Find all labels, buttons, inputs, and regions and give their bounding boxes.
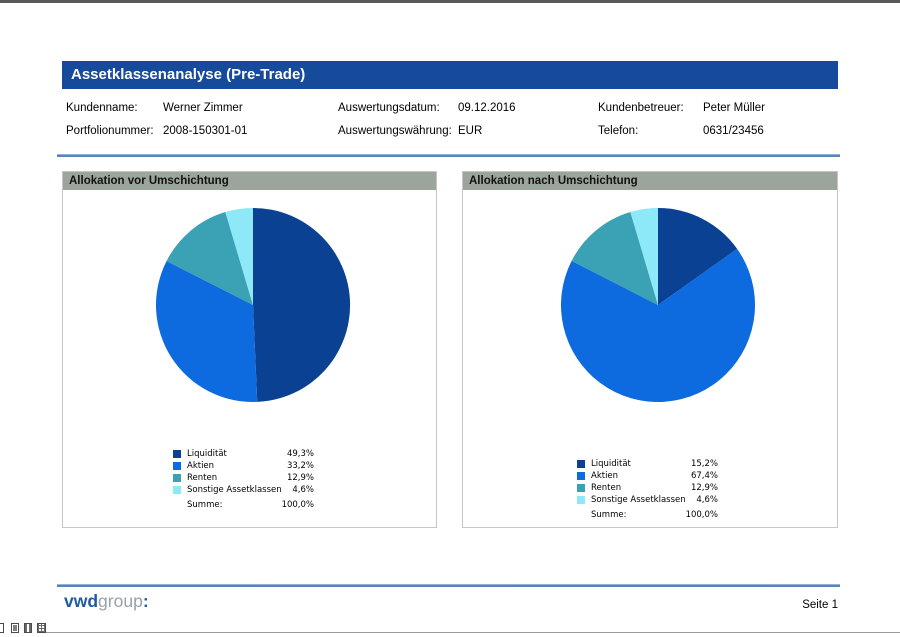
field-label-kundenbetreuer: Kundenbetreuer: xyxy=(598,97,703,120)
field-label-auswertungsdatum: Auswertungsdatum: xyxy=(338,97,458,120)
legend-label: Aktien xyxy=(591,471,691,481)
vwd-group-logo: vwdgroup: xyxy=(64,591,149,612)
field-value-portfolionummer: 2008-150301-01 xyxy=(163,120,338,143)
pie-chart-before xyxy=(153,205,353,405)
field-label-telefon: Telefon: xyxy=(598,120,703,143)
legend-total-value: 100,0% xyxy=(282,500,314,510)
legend-label: Aktien xyxy=(187,461,287,471)
field-value-auswertungsdatum: 09.12.2016 xyxy=(458,97,598,120)
legend-swatch-icon xyxy=(173,450,181,458)
legend-row-aktien: Aktien67,4% xyxy=(577,470,718,482)
single-page-icon[interactable] xyxy=(0,623,4,633)
legend-total-label: Summe: xyxy=(591,510,686,520)
legend-total-row: Summe:100,0% xyxy=(173,499,314,511)
field-value-telefon: 0631/23456 xyxy=(703,120,838,143)
legend-label: Sonstige Assetklassen xyxy=(187,485,292,495)
fit-page-icon[interactable] xyxy=(11,623,19,633)
field-value-auswertungswaehrung: EUR xyxy=(458,120,598,143)
legend-value: 15,2% xyxy=(691,459,718,469)
legend-label: Liquidität xyxy=(591,459,691,469)
field-value-kundenname: Werner Zimmer xyxy=(163,97,338,120)
page-number: Seite 1 xyxy=(802,599,838,611)
panel-header-before: Allokation vor Umschichtung xyxy=(63,172,436,190)
legend-swatch-icon xyxy=(577,484,585,492)
legend-row-liquidit-t: Liquidität49,3% xyxy=(173,448,314,460)
legend-row-renten: Renten12,9% xyxy=(173,472,314,484)
logo-group-text: group xyxy=(98,591,143,611)
window-top-edge xyxy=(0,0,900,3)
legend-value: 67,4% xyxy=(691,471,718,481)
legend-swatch-icon xyxy=(577,496,585,504)
logo-vwd-text: vwd xyxy=(64,591,98,611)
status-bar-divider xyxy=(46,632,900,633)
legend-value: 12,9% xyxy=(287,473,314,483)
legend-row-renten: Renten12,9% xyxy=(577,482,718,494)
report-title-bar: Assetklassenanalyse (Pre-Trade) xyxy=(62,61,838,89)
legend-row-aktien: Aktien33,2% xyxy=(173,460,314,472)
legend-value: 12,9% xyxy=(691,483,718,493)
legend-label: Sonstige Assetklassen xyxy=(591,495,696,505)
allocation-after-panel: Allokation nach Umschichtung Liquidität1… xyxy=(462,171,838,528)
legend-label: Renten xyxy=(187,473,287,483)
grid-layout-icon[interactable] xyxy=(37,623,46,633)
logo-colon: : xyxy=(143,591,149,611)
page-title: Assetklassenanalyse (Pre-Trade) xyxy=(71,66,305,83)
legend-row-liquidit-t: Liquidität15,2% xyxy=(577,458,718,470)
allocation-before-panel: Allokation vor Umschichtung Liquidität49… xyxy=(62,171,437,528)
legend-total-label: Summe: xyxy=(187,500,282,510)
legend-row-sonstige-assetklassen: Sonstige Assetklassen4,6% xyxy=(577,494,718,506)
field-label-auswertungswaehrung: Auswertungswährung: xyxy=(338,120,458,143)
legend-label: Renten xyxy=(591,483,691,493)
legend-value: 4,6% xyxy=(696,495,718,505)
legend-swatch-icon xyxy=(173,486,181,494)
legend-value: 49,3% xyxy=(287,449,314,459)
legend-swatch-icon xyxy=(173,462,181,470)
legend-total-value: 100,0% xyxy=(686,510,718,520)
field-label-portfolionummer: Portfolionummer: xyxy=(66,120,163,143)
divider-rule-top xyxy=(57,154,840,157)
legend-before: Liquidität49,3%Aktien33,2%Renten12,9%Son… xyxy=(173,448,314,511)
legend-value: 4,6% xyxy=(292,485,314,495)
legend-swatch-icon xyxy=(577,472,585,480)
customer-info-grid: Kundenname: Werner Zimmer Auswertungsdat… xyxy=(66,97,838,143)
field-value-kundenbetreuer: Peter Müller xyxy=(703,97,838,120)
viewer-status-bar xyxy=(0,623,900,637)
field-label-kundenname: Kundenname: xyxy=(66,97,163,120)
legend-value: 33,2% xyxy=(287,461,314,471)
legend-after: Liquidität15,2%Aktien67,4%Renten12,9%Son… xyxy=(577,458,718,521)
legend-swatch-icon xyxy=(577,460,585,468)
legend-swatch-icon xyxy=(173,474,181,482)
divider-rule-bottom xyxy=(57,584,840,587)
legend-label: Liquidität xyxy=(187,449,287,459)
legend-total-row: Summe:100,0% xyxy=(577,509,718,521)
panel-header-after: Allokation nach Umschichtung xyxy=(463,172,837,190)
pie-chart-after xyxy=(558,205,758,405)
legend-row-sonstige-assetklassen: Sonstige Assetklassen4,6% xyxy=(173,484,314,496)
two-column-layout-icon[interactable] xyxy=(24,623,32,633)
pie-slice-liquidit-t xyxy=(253,208,350,402)
